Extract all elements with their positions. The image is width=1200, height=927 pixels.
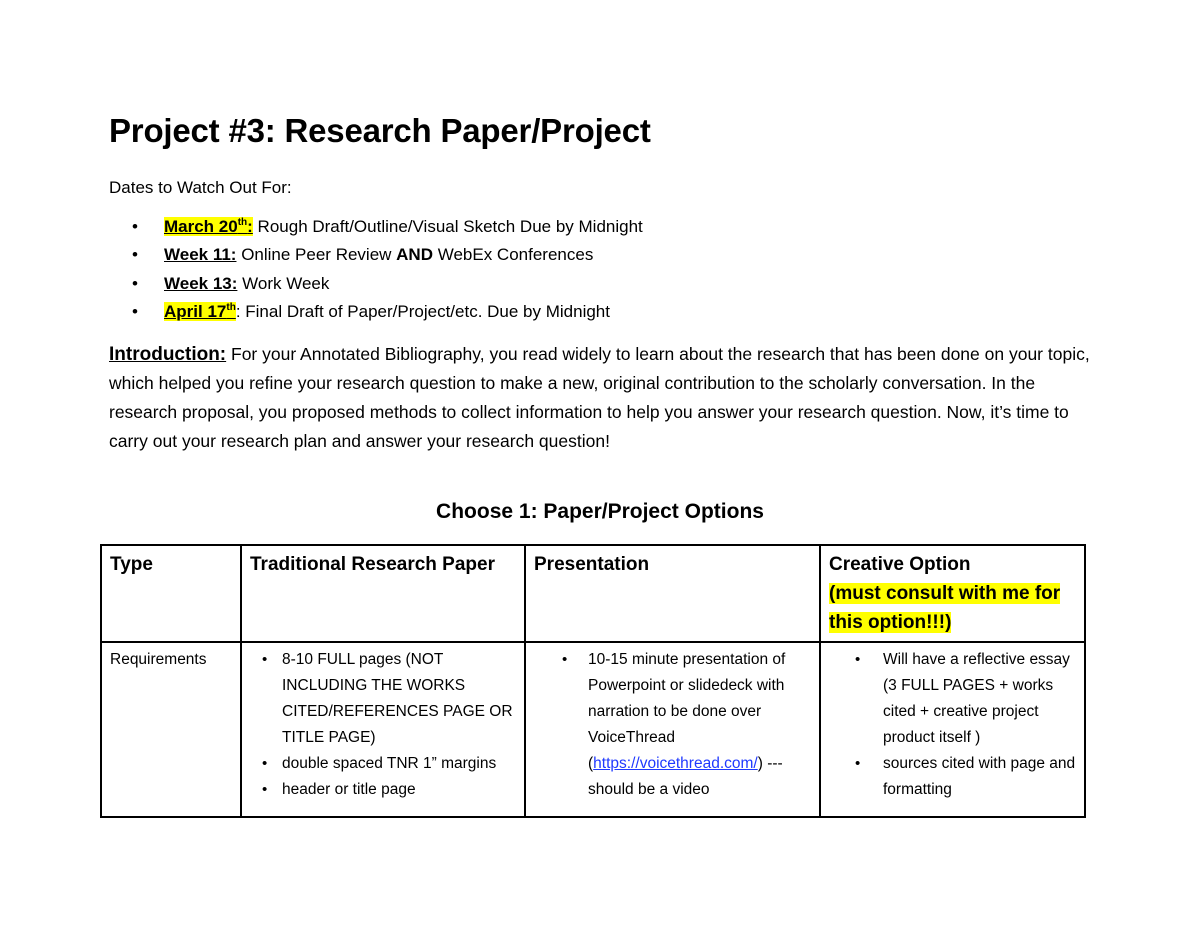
list-item: 10-15 minute presentation of Powerpoint … — [534, 647, 811, 803]
header-creative: Creative Option (must consult with me for… — [819, 544, 1086, 643]
introduction-paragraph: Introduction: For your Annotated Bibliog… — [109, 340, 1099, 456]
list-item: header or title page — [250, 777, 516, 803]
list-item: double spaced TNR 1” margins — [250, 751, 516, 777]
header-presentation: Presentation — [524, 544, 821, 643]
creative-note: (must consult with me for this option!!!… — [829, 583, 1061, 633]
header-traditional: Traditional Research Paper — [240, 544, 526, 643]
document-page: Project #3: Research Paper/Project Dates… — [0, 0, 1200, 927]
date-label-week13: Week 13: — [164, 273, 238, 293]
cell-traditional: 8-10 FULL pages (NOT INCLUDING THE WORKS… — [240, 641, 526, 818]
introduction-heading: Introduction: — [109, 344, 227, 365]
date-item-week13: Week 13: Work Week — [132, 271, 643, 299]
dates-list: March 20th: Rough Draft/Outline/Visual S… — [132, 214, 643, 327]
voicethread-link[interactable]: https://voicethread.com/ — [593, 755, 758, 772]
date-label-april: April 17th — [164, 301, 236, 321]
cell-presentation: 10-15 minute presentation of Powerpoint … — [524, 641, 821, 818]
list-item: Will have a reflective essay (3 FULL PAG… — [829, 647, 1076, 751]
date-item-march: March 20th: Rough Draft/Outline/Visual S… — [132, 214, 643, 242]
row-label-requirements: Requirements — [100, 641, 242, 818]
header-type: Type — [100, 544, 242, 643]
table-header-row: Type Traditional Research Paper Presenta… — [100, 544, 1086, 643]
date-text-march: Rough Draft/Outline/Visual Sketch Due by… — [252, 217, 643, 236]
list-item: 8-10 FULL pages (NOT INCLUDING THE WORKS… — [250, 647, 516, 751]
date-label-week11: Week 11: — [164, 245, 237, 265]
cell-creative: Will have a reflective essay (3 FULL PAG… — [819, 641, 1086, 818]
date-item-april: April 17th: Final Draft of Paper/Project… — [132, 299, 643, 327]
page-title: Project #3: Research Paper/Project — [109, 112, 651, 149]
options-table-title: Choose 1: Paper/Project Options — [436, 500, 764, 523]
list-item: sources cited with page and formatting — [829, 751, 1076, 803]
options-table: Type Traditional Research Paper Presenta… — [100, 544, 1086, 818]
date-text-week13: Work Week — [237, 273, 330, 293]
introduction-body: For your Annotated Bibliography, you rea… — [109, 344, 1090, 451]
table-row-requirements: Requirements 8-10 FULL pages (NOT INCLUD… — [100, 641, 1086, 818]
dates-label: Dates to Watch Out For: — [109, 178, 292, 197]
date-label-march: March 20th: — [164, 217, 253, 236]
date-text-april: : Final Draft of Paper/Project/etc. Due … — [235, 301, 610, 321]
date-item-week11: Week 11: Online Peer Review AND WebEx Co… — [132, 242, 643, 270]
